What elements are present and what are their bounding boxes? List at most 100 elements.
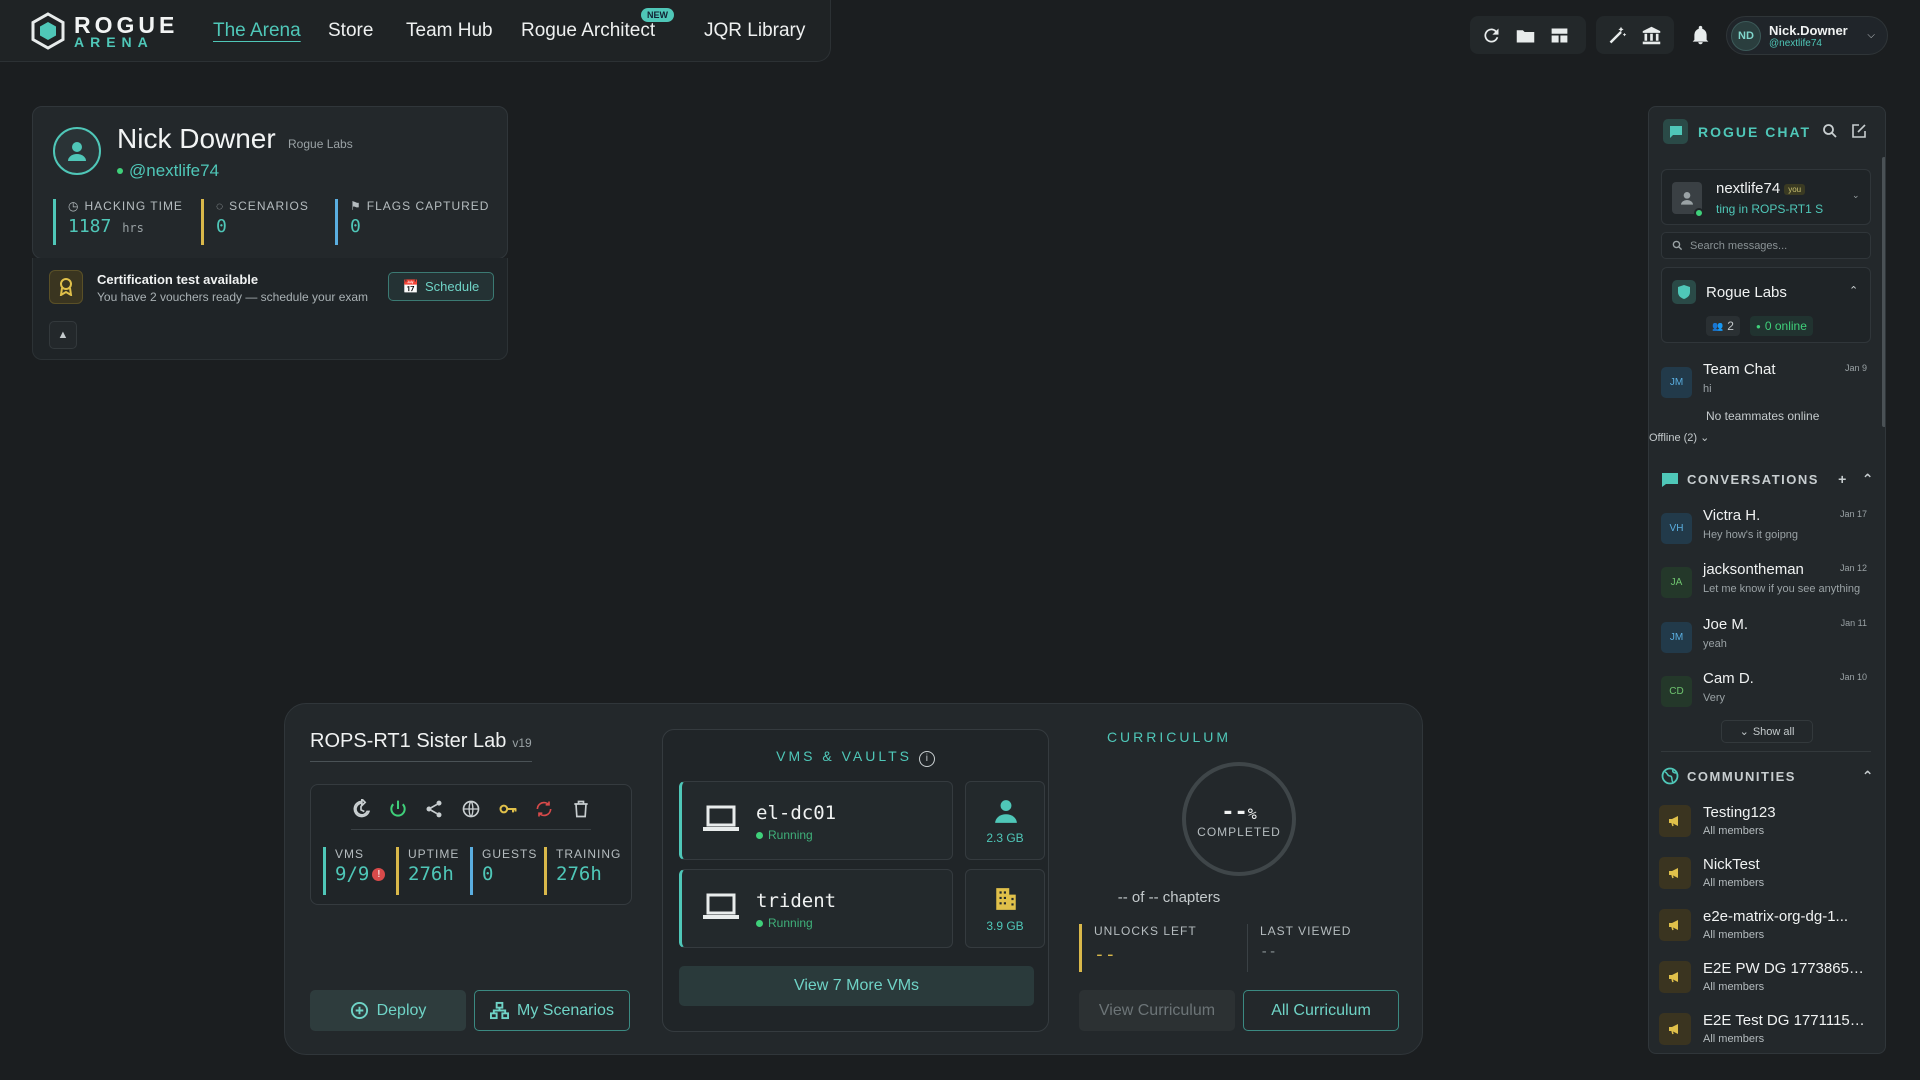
reset-icon[interactable] — [534, 799, 554, 819]
vault-card[interactable]: 2.3 GB — [965, 781, 1045, 860]
view-more-vms-button[interactable]: View 7 More VMs — [679, 966, 1034, 1006]
chat-header: ROGUE CHAT — [1663, 119, 1811, 144]
member-count: 👥 2 — [1706, 316, 1740, 336]
collapse-button[interactable]: ▲ — [49, 321, 77, 349]
divider — [1661, 751, 1871, 752]
team-card[interactable]: Rogue Labs ⌃ 👥 2 ● 0 online — [1661, 267, 1871, 343]
show-all-button[interactable]: ⌄ Show all — [1721, 720, 1813, 743]
conversation-name: Cam D. — [1703, 670, 1754, 687]
trash-icon[interactable] — [571, 799, 591, 819]
profile-org: Rogue Labs — [288, 137, 353, 151]
section-title: CONVERSATIONS — [1687, 472, 1819, 487]
community-name: E2E Test DG 177111545... — [1703, 1012, 1867, 1029]
compose-icon[interactable] — [1851, 123, 1867, 139]
chevron-up-icon[interactable]: ⌃ — [1849, 284, 1858, 297]
info-icon[interactable]: i — [918, 751, 935, 767]
user-icon — [1681, 192, 1693, 205]
chevron-up-icon: ▲ — [57, 329, 69, 341]
nav-the-arena[interactable]: The Arena — [213, 20, 301, 42]
user-handle: @nextlife74 — [1769, 37, 1822, 49]
view-curriculum-button[interactable]: View Curriculum — [1079, 990, 1235, 1031]
hexagon-logo-icon — [31, 12, 65, 50]
globe-icon[interactable] — [461, 799, 481, 819]
chapters-count: -- of -- chapters — [1117, 889, 1221, 906]
community-item[interactable]: E2E PW DG 177386522... All members — [1659, 956, 1873, 1002]
community-item[interactable]: E2E Test DG 177111545... All members — [1659, 1008, 1873, 1053]
bank-icon[interactable] — [1636, 20, 1666, 50]
deploy-label: Deploy — [376, 1001, 427, 1019]
laptop-icon — [703, 805, 739, 831]
conversation-preview: Let me know if you see anything — [1703, 583, 1861, 595]
curriculum-title: CURRICULUM — [1106, 729, 1232, 745]
nav-jqr-library[interactable]: JQR Library — [704, 20, 805, 42]
history-icon[interactable] — [351, 799, 371, 819]
vault-card[interactable]: 3.9 GB — [965, 869, 1045, 948]
lab-controls: VMS 9/9! UPTIME 276h GUESTS 0 TRAINING 2… — [310, 784, 632, 905]
chat-icon — [1663, 119, 1688, 144]
team-chat-item[interactable]: JM Team Chat hi Jan 9 — [1661, 361, 1875, 411]
community-item[interactable]: e2e-matrix-org-dg-1... All members — [1659, 904, 1873, 950]
completion-number: -- — [1221, 799, 1248, 825]
chevron-up-icon[interactable]: ⌃ — [1862, 768, 1875, 785]
chevron-down-icon: ⌄ — [1700, 432, 1710, 444]
deploy-button[interactable]: Deploy — [310, 990, 466, 1031]
stat-value: 1187 — [68, 216, 112, 237]
vm-status-text: Running — [768, 916, 813, 930]
folder-icon[interactable] — [1510, 20, 1540, 50]
stat-hacking-time: ◷ HACKING TIME 1187 hrs — [53, 199, 183, 245]
all-curriculum-button[interactable]: All Curriculum — [1243, 990, 1399, 1031]
offline-toggle[interactable]: Offline (2) ⌄ — [1649, 431, 1709, 444]
conversation-item[interactable]: JA jacksontheman Let me know if you see … — [1661, 561, 1875, 611]
nav-store[interactable]: Store — [328, 20, 373, 42]
vms-title: VMS & VAULTS i — [663, 748, 1048, 767]
layout-icon[interactable] — [1544, 20, 1574, 50]
current-user-card[interactable]: nextlife74 you ting in ROPS-RT1 S ⌄ — [1661, 169, 1871, 225]
conversation-item[interactable]: VH Victra H. Hey how's it goipng Jan 17 — [1661, 507, 1875, 557]
stat-label: GUESTS — [482, 847, 538, 861]
stat-label: UPTIME — [408, 847, 460, 861]
conversation-item[interactable]: JM Joe M. yeah Jan 11 — [1661, 616, 1875, 666]
community-item[interactable]: NickTest All members — [1659, 852, 1873, 898]
stat-flags-captured: ⚑ FLAGS CAPTURED 0 — [335, 199, 489, 245]
chevron-down-icon: ⌄ — [1739, 726, 1749, 738]
vm-card[interactable]: trident Running — [679, 869, 953, 948]
community-subtitle: All members — [1703, 825, 1765, 837]
search-icon[interactable] — [1822, 123, 1838, 139]
conversation-date: Jan 10 — [1839, 672, 1867, 682]
stat-label: UNLOCKS LEFT — [1094, 924, 1197, 938]
plus-icon[interactable]: + — [1838, 471, 1848, 488]
vm-name: el-dc01 — [756, 802, 837, 824]
key-icon[interactable] — [498, 799, 518, 819]
member-count-text: 2 — [1727, 319, 1734, 333]
user-menu[interactable]: ND Nick.Downer @nextlife74 ⌵ — [1726, 16, 1888, 55]
nav-team-hub[interactable]: Team Hub — [406, 20, 493, 42]
schedule-button[interactable]: 📅 Schedule — [388, 272, 494, 301]
magic-wand-icon[interactable] — [1602, 20, 1632, 50]
search-messages-input[interactable]: Search messages... — [1661, 232, 1871, 259]
user-activity: ting in ROPS-RT1 S — [1716, 202, 1824, 216]
scrollbar[interactable] — [1882, 157, 1885, 427]
conversation-name: Victra H. — [1703, 507, 1761, 524]
completion-value: --% — [1221, 800, 1257, 825]
profile-avatar — [53, 127, 101, 175]
vm-name: trident — [756, 890, 837, 912]
megaphone-icon — [1659, 961, 1691, 993]
vault-size: 2.3 GB — [986, 831, 1024, 845]
share-icon[interactable] — [424, 799, 444, 819]
show-all-label: Show all — [1752, 725, 1795, 738]
community-name: Testing123 — [1703, 804, 1776, 821]
community-subtitle: All members — [1703, 1033, 1765, 1045]
refresh-icon[interactable] — [1476, 20, 1506, 50]
conversation-date: Jan 11 — [1840, 618, 1867, 628]
bell-icon[interactable] — [1685, 20, 1715, 50]
my-scenarios-button[interactable]: My Scenarios — [474, 990, 630, 1031]
community-item[interactable]: Testing123 All members — [1659, 800, 1873, 846]
nav-rogue-architect[interactable]: Rogue Architect — [521, 20, 655, 42]
error-indicator[interactable]: ! — [372, 868, 386, 881]
chevron-up-icon[interactable]: ⌃ — [1862, 471, 1875, 488]
rogue-arena-logo[interactable]: ROGUE ARENA — [30, 12, 178, 50]
power-icon[interactable] — [388, 799, 408, 819]
conversation-item[interactable]: CD Cam D. Very Jan 10 — [1661, 670, 1875, 720]
chevron-down-icon[interactable]: ⌄ — [1852, 190, 1860, 201]
vm-card[interactable]: el-dc01 Running — [679, 781, 953, 860]
